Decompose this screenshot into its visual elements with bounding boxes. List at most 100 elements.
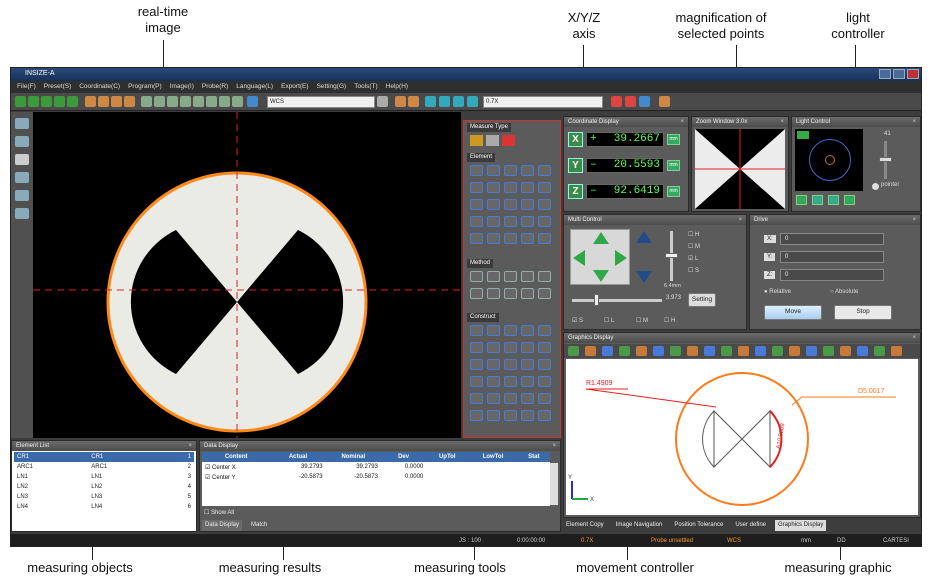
forward-icon[interactable] (67, 96, 78, 107)
axis-tool-5-icon[interactable] (193, 96, 204, 107)
triangle-icon[interactable] (470, 199, 483, 210)
camera-icon[interactable] (15, 118, 29, 129)
axis-tool-3-icon[interactable] (167, 96, 178, 107)
light-segment-1-icon[interactable] (796, 195, 807, 205)
select-icon[interactable] (653, 346, 664, 356)
drive-x-input[interactable]: 0 (780, 233, 884, 245)
horizontal-speed-slider[interactable] (572, 299, 662, 302)
data-scrollbar[interactable] (550, 463, 558, 505)
motion-close-icon[interactable]: × (738, 215, 742, 225)
save-icon[interactable] (247, 96, 258, 107)
menu-setting[interactable]: Setting(G) (317, 81, 347, 93)
ellipse-icon[interactable] (538, 165, 551, 176)
axis-tool-6-icon[interactable] (206, 96, 217, 107)
arc-icon[interactable] (521, 165, 534, 176)
tab-element-copy[interactable]: Element Copy (563, 520, 607, 531)
line-icon[interactable] (487, 233, 500, 244)
tab-graphics-display[interactable]: Graphics Display (775, 520, 827, 531)
redo-icon[interactable] (806, 346, 817, 356)
probe-settings-4-icon[interactable] (659, 96, 670, 107)
construct-arc-icon[interactable] (538, 376, 551, 387)
nearest-icon[interactable] (487, 271, 500, 282)
jog-down-icon[interactable] (593, 270, 609, 282)
menu-program[interactable]: Program(P) (128, 81, 162, 93)
drive-y-input[interactable]: 0 (780, 251, 884, 263)
tab-image-navigation[interactable]: Image Navigation (613, 520, 666, 531)
zoom-out-icon[interactable] (602, 346, 613, 356)
dimension-icon[interactable] (687, 346, 698, 356)
measure-type-icon-3[interactable] (502, 135, 515, 146)
maximize-button[interactable] (893, 69, 905, 79)
data-column-header[interactable]: Content (202, 452, 270, 462)
construct-rect-icon[interactable] (487, 393, 500, 404)
menu-language[interactable]: Language(L) (236, 81, 273, 93)
pointer-radio[interactable] (872, 183, 879, 190)
construct-midline-icon[interactable] (504, 410, 517, 421)
contour-icon[interactable] (470, 288, 483, 299)
graphics-close-icon[interactable]: × (912, 333, 916, 343)
construct-angle-icon[interactable] (504, 342, 517, 353)
data-column-header[interactable]: Nominal (326, 452, 381, 462)
construct-offset-icon[interactable] (521, 359, 534, 370)
z-up-icon[interactable] (636, 231, 652, 243)
construct-slot-icon[interactable] (538, 342, 551, 353)
construct-line-icon[interactable] (487, 325, 500, 336)
angle-icon[interactable] (704, 346, 715, 356)
axis-z-button[interactable]: Z (568, 184, 583, 199)
menu-probe[interactable]: Probe(R) (202, 81, 228, 93)
setting-button[interactable]: Setting (688, 293, 716, 307)
line-icon[interactable] (487, 165, 500, 176)
light-slider-thumb[interactable] (879, 157, 892, 162)
construct-distance-icon[interactable] (487, 342, 500, 353)
jog-up-icon[interactable] (593, 232, 609, 244)
probe-settings-3-icon[interactable] (639, 96, 650, 107)
stop-icon[interactable] (54, 96, 65, 107)
cylinder-icon[interactable] (538, 182, 551, 193)
construct-ellipse-icon[interactable] (470, 393, 483, 404)
light-segment-3-icon[interactable] (828, 195, 839, 205)
construct-midline-icon[interactable] (487, 359, 500, 370)
data-column-header[interactable]: Dev (381, 452, 426, 462)
construct-line-icon[interactable] (504, 376, 517, 387)
height-icon[interactable] (521, 216, 534, 227)
tab-match[interactable]: Match (248, 520, 270, 531)
probe-tool-icon[interactable] (85, 96, 96, 107)
speed-mode-h-checkbox[interactable]: ☐ H (688, 231, 699, 238)
diamond-icon[interactable] (521, 182, 534, 193)
point-icon[interactable] (470, 165, 483, 176)
menu-file[interactable]: File(F) (17, 81, 36, 93)
wcs-select[interactable]: WCS (267, 96, 375, 108)
probe-tool-4-icon[interactable] (124, 96, 135, 107)
drive-z-input[interactable]: 0 (780, 269, 884, 281)
ellipse-icon[interactable] (538, 233, 551, 244)
menu-image[interactable]: Image(I) (170, 81, 194, 93)
pan-icon[interactable] (568, 346, 579, 356)
depth-icon[interactable] (504, 216, 517, 227)
pause-icon[interactable] (28, 96, 39, 107)
grid-icon[interactable] (857, 346, 868, 356)
construct-mirror-icon[interactable] (470, 359, 483, 370)
measure-icon[interactable] (670, 346, 681, 356)
element-list-row[interactable]: CR1 CR1 1 (14, 452, 194, 462)
close-icon[interactable] (891, 346, 902, 356)
grid-icon[interactable] (15, 190, 29, 201)
zoom-select[interactable]: 0.7X (483, 96, 603, 108)
element-list-close-icon[interactable]: × (188, 441, 192, 451)
stop-button[interactable]: Stop (834, 305, 892, 320)
construct-ellipse-icon[interactable] (538, 325, 551, 336)
coord-y-unit[interactable]: mm (667, 160, 680, 171)
bottom-speed-l-checkbox[interactable]: ☐ L (604, 317, 614, 324)
intersect-icon[interactable] (521, 271, 534, 282)
z-down-icon[interactable] (636, 271, 652, 283)
rotate-icon[interactable] (636, 346, 647, 356)
tab-position-tolerance[interactable]: Position Tolerance (671, 520, 726, 531)
tab-user-define[interactable]: User define (732, 520, 769, 531)
construct-tangent-icon[interactable] (521, 410, 534, 421)
settings-icon[interactable] (874, 346, 885, 356)
measure-type-icon-2[interactable] (486, 135, 499, 146)
axis-x-button[interactable]: X (568, 132, 583, 147)
ring-icon[interactable] (504, 182, 517, 193)
axis-y-button[interactable]: Y (568, 158, 583, 173)
fit-icon[interactable] (619, 346, 630, 356)
text-icon[interactable] (721, 346, 732, 356)
